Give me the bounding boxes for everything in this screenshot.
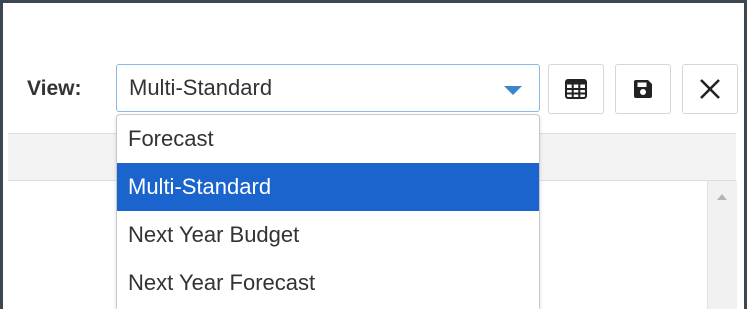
close-button[interactable]: [682, 64, 738, 114]
view-option-multi-standard[interactable]: Multi-Standard: [117, 163, 539, 211]
close-x-icon: [700, 79, 720, 99]
view-panel: View: Multi-Standard Forecast Multi-Stan…: [0, 0, 747, 309]
chevron-down-icon[interactable]: [504, 86, 522, 95]
view-option-forecast[interactable]: Forecast: [117, 115, 539, 163]
table-grid-icon: [565, 79, 587, 99]
view-label: View:: [27, 77, 82, 100]
view-select[interactable]: Multi-Standard: [116, 64, 540, 112]
grid-scrollbar[interactable]: [707, 181, 737, 309]
view-option-next-year-budget[interactable]: Next Year Budget: [117, 211, 539, 259]
view-select-value: Multi-Standard: [129, 75, 273, 100]
panel-border-left: [0, 0, 3, 309]
save-button[interactable]: [615, 64, 671, 114]
view-dropdown-list: Forecast Multi-Standard Next Year Budget…: [116, 114, 540, 309]
grid-view-button[interactable]: [548, 64, 604, 114]
panel-border-top: [0, 0, 747, 3]
scroll-up-icon[interactable]: [717, 194, 727, 200]
floppy-disk-icon: [634, 80, 652, 98]
view-option-next-year-forecast[interactable]: Next Year Forecast: [117, 259, 539, 307]
